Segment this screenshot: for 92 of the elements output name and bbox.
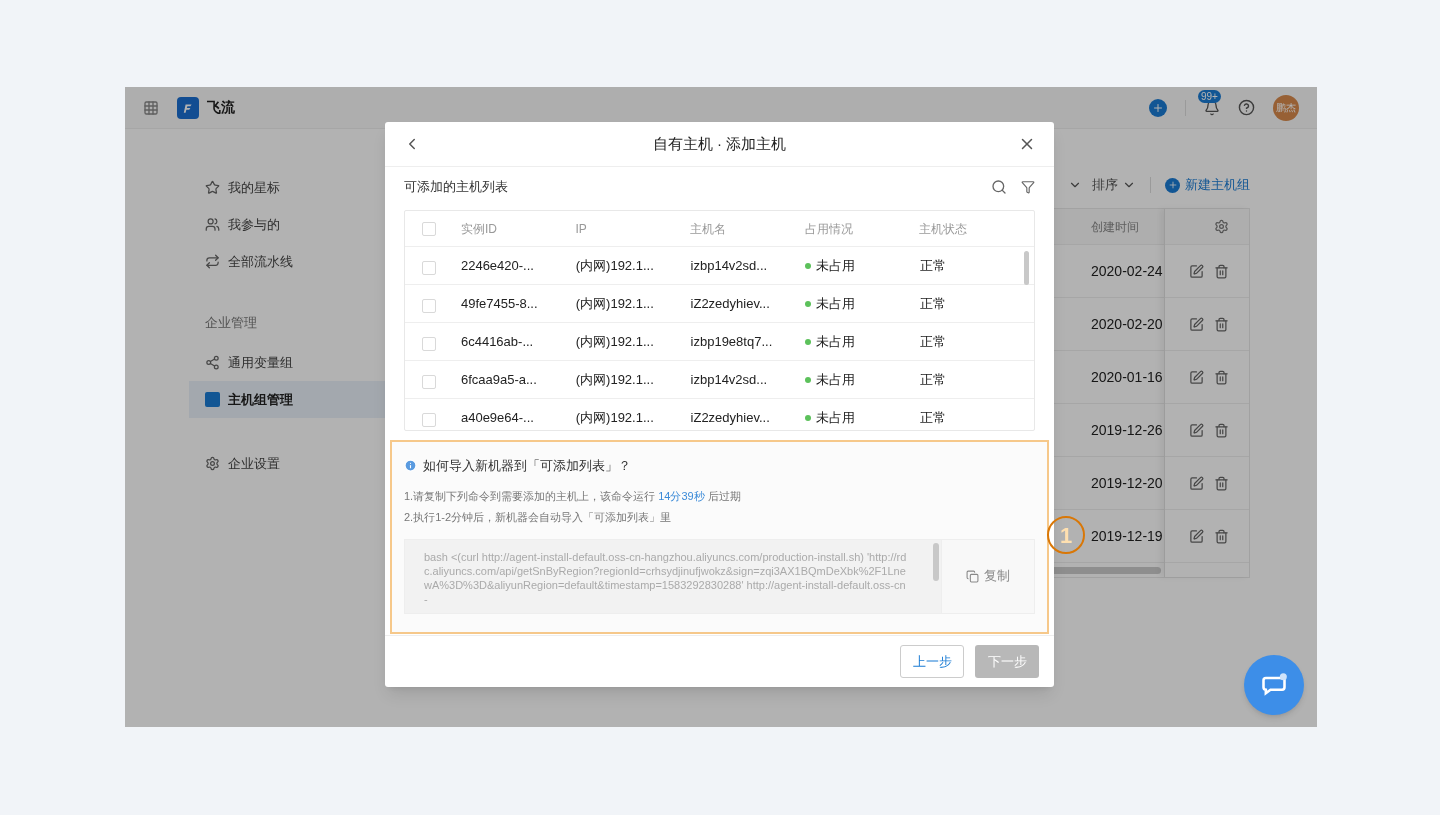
- gear-icon: [205, 456, 220, 471]
- sidebar-item[interactable]: 主机组管理: [189, 381, 385, 418]
- delete-icon[interactable]: [1214, 263, 1229, 279]
- delete-icon[interactable]: [1214, 369, 1229, 385]
- arrows-icon: [205, 254, 220, 269]
- help-icon[interactable]: [1238, 99, 1255, 116]
- table-cell-text: izbp14v2sd...: [690, 256, 769, 275]
- filter-icon[interactable]: [1021, 180, 1035, 194]
- table-cell-text: 2246e420-...: [460, 256, 535, 275]
- sidebar-item[interactable]: 全部流水线: [189, 243, 385, 280]
- table-cell-text: izbp14v2sd...: [690, 370, 769, 389]
- checkbox[interactable]: [422, 260, 436, 275]
- sort-dropdown[interactable]: 排序: [1092, 175, 1136, 195]
- sidebar-item[interactable]: 通用变量组: [189, 344, 385, 381]
- table-cell-text: 正常: [920, 370, 948, 389]
- scrollbar[interactable]: [933, 542, 939, 581]
- add-button[interactable]: [1149, 98, 1167, 117]
- table-cell-text: 49fe7455-8...: [460, 294, 539, 313]
- checkbox[interactable]: [422, 221, 436, 236]
- edit-icon[interactable]: [1189, 528, 1204, 544]
- notification-badge: 99+: [1198, 89, 1221, 103]
- table-cell-text: 未占用: [816, 370, 856, 389]
- checkbox[interactable]: [422, 298, 436, 313]
- modal-title: 自有主机 · 添加主机: [651, 133, 788, 154]
- table-cell-text: 6c4416ab-...: [460, 332, 535, 351]
- sidebar-item[interactable]: 企业设置: [189, 445, 385, 482]
- logo-icon: [177, 96, 199, 119]
- table-cell-text: 2019-12-20: [1091, 473, 1163, 493]
- edit-icon[interactable]: [1189, 369, 1204, 385]
- plus-icon: [1165, 177, 1180, 193]
- sidebar-item[interactable]: 我的星标: [189, 169, 385, 206]
- list-title: 可添加的主机列表: [404, 178, 508, 197]
- table-cell-text: 2019-12-19: [1091, 526, 1163, 546]
- sidebar-item[interactable]: 我参与的: [189, 206, 385, 243]
- table-cell-text: 正常: [920, 408, 948, 427]
- people-icon: [205, 217, 220, 232]
- nodes-icon: [205, 355, 220, 370]
- annotation-marker: 1: [1047, 516, 1085, 554]
- table-cell-text: (内网)192.1...: [575, 408, 655, 427]
- table-cell-text: 未占用: [816, 408, 856, 427]
- edit-icon[interactable]: [1189, 475, 1204, 491]
- column-header: IP: [575, 220, 588, 238]
- table-cell-text: 2020-01-16: [1091, 367, 1163, 387]
- table-cell-text: 2020-02-24: [1091, 261, 1163, 281]
- column-header: 占用情况: [804, 220, 854, 238]
- delete-icon[interactable]: [1214, 422, 1229, 438]
- instruction-text: 2.执行1-2分钟后，新机器会自动导入「可添加列表」里: [404, 510, 673, 525]
- table-cell-text: 未占用: [816, 256, 856, 275]
- table-cell-text: iZ2zedyhiev...: [690, 408, 771, 427]
- help-title: 如何导入新机器到「可添加列表」？: [423, 457, 631, 475]
- column-header: 实例ID: [460, 220, 498, 238]
- table-cell-text: 2020-02-20: [1091, 314, 1163, 334]
- edit-icon[interactable]: [1189, 316, 1204, 332]
- info-icon: [404, 459, 417, 473]
- table-cell-text: 正常: [920, 256, 948, 275]
- checkbox[interactable]: [422, 336, 436, 351]
- table-cell-text: (内网)192.1...: [575, 370, 655, 389]
- previous-button[interactable]: 上一步: [900, 645, 964, 678]
- column-header: 主机状态: [919, 220, 969, 238]
- settings-icon[interactable]: [1214, 219, 1229, 234]
- table-cell-text: 2019-12-26: [1091, 420, 1163, 440]
- edit-icon[interactable]: [1189, 263, 1204, 279]
- delete-icon[interactable]: [1214, 528, 1229, 544]
- table-cell-text: 正常: [920, 332, 948, 351]
- delete-icon[interactable]: [1214, 316, 1229, 332]
- star-icon: [205, 180, 220, 195]
- table-cell-text: izbp19e8tq7...: [690, 332, 774, 351]
- table-cell-text: iZ2zedyhiev...: [690, 294, 771, 313]
- copy-icon: [966, 569, 979, 583]
- app-name: 飞流: [207, 98, 235, 117]
- table-cell-text: 正常: [920, 294, 948, 313]
- delete-icon[interactable]: [1214, 475, 1229, 491]
- new-host-group-button[interactable]: 新建主机组: [1165, 175, 1250, 195]
- app-grid-icon[interactable]: [143, 99, 159, 116]
- column-header: 主机名: [690, 220, 728, 238]
- column-header: 创建时间: [1091, 218, 1139, 236]
- edit-icon[interactable]: [1189, 422, 1204, 438]
- table-cell-text: 未占用: [816, 332, 856, 351]
- table-cell-text: a40e9e64-...: [460, 408, 535, 427]
- sidebar-heading: 企业管理: [205, 314, 258, 333]
- checkbox[interactable]: [422, 412, 436, 427]
- scrollbar[interactable]: [1024, 251, 1029, 285]
- plus-icon: [1152, 101, 1164, 114]
- table-cell-text: (内网)192.1...: [575, 294, 655, 313]
- chat-button[interactable]: [1244, 655, 1304, 715]
- table-cell-text: (内网)192.1...: [575, 256, 655, 275]
- table-cell-text: 未占用: [816, 294, 856, 313]
- search-icon[interactable]: [991, 179, 1007, 195]
- table-cell-text: (内网)192.1...: [575, 332, 655, 351]
- instruction-text: 1.请复制下列命令到需要添加的主机上，该命令运行 14分39秒 后过期: [404, 488, 742, 504]
- checkbox[interactable]: [422, 374, 436, 389]
- table-cell-text: 6fcaa9a5-a...: [460, 370, 538, 389]
